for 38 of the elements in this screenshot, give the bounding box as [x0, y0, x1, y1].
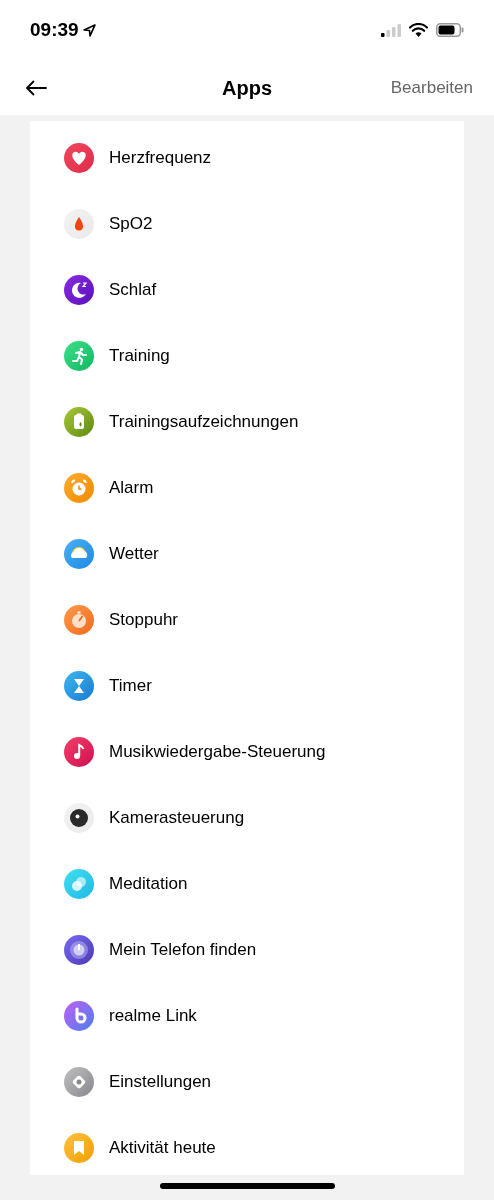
battery-icon [436, 23, 464, 37]
app-label[interactable]: Training [109, 343, 170, 369]
moon-icon [64, 275, 94, 305]
signal-icon [381, 23, 401, 37]
drop-icon [64, 209, 94, 239]
app-label[interactable]: Einstellungen [109, 1069, 212, 1095]
camera-lens-icon [64, 803, 94, 833]
app-label[interactable]: Mein Telefon finden [109, 937, 257, 963]
location-arrow-icon [82, 23, 96, 37]
app-label[interactable]: Alarm [109, 475, 154, 501]
overlapping-circles-icon [64, 869, 94, 899]
app-label[interactable]: Timer [109, 673, 152, 699]
wifi-icon [409, 23, 428, 37]
gear-icon [64, 1067, 94, 1097]
back-arrow-icon [25, 79, 47, 96]
edit-link[interactable]: Bearbeiten [390, 74, 473, 101]
app-label[interactable]: Kamerasteuerung [109, 805, 245, 831]
app-label[interactable]: realme Link [109, 1003, 197, 1029]
alarm-clock-icon [64, 473, 94, 503]
app-label[interactable]: Aktivität heute [109, 1135, 216, 1161]
clipboard-icon [64, 407, 94, 437]
app-label[interactable]: Herzfrequenz [109, 145, 212, 171]
music-note-icon [64, 737, 94, 767]
app-label[interactable]: SpO2 [109, 211, 153, 237]
app-label[interactable]: Meditation [109, 871, 188, 897]
app-label[interactable]: Wetter [109, 541, 159, 567]
page-title: Apps [222, 75, 272, 101]
status-time: 09:39 [30, 17, 79, 42]
target-icon [64, 935, 94, 965]
stopwatch-icon [64, 605, 94, 635]
cloud-icon [64, 539, 94, 569]
app-label[interactable]: Schlaf [109, 277, 157, 303]
app-label[interactable]: Trainingsaufzeichnungen [109, 409, 299, 435]
app-label[interactable]: Stoppuhr [109, 607, 178, 633]
bookmark-icon [64, 1133, 94, 1163]
app-label[interactable]: Musikwiedergabe-Steuerung [109, 739, 326, 765]
runner-icon [64, 341, 94, 371]
hourglass-icon [64, 671, 94, 701]
